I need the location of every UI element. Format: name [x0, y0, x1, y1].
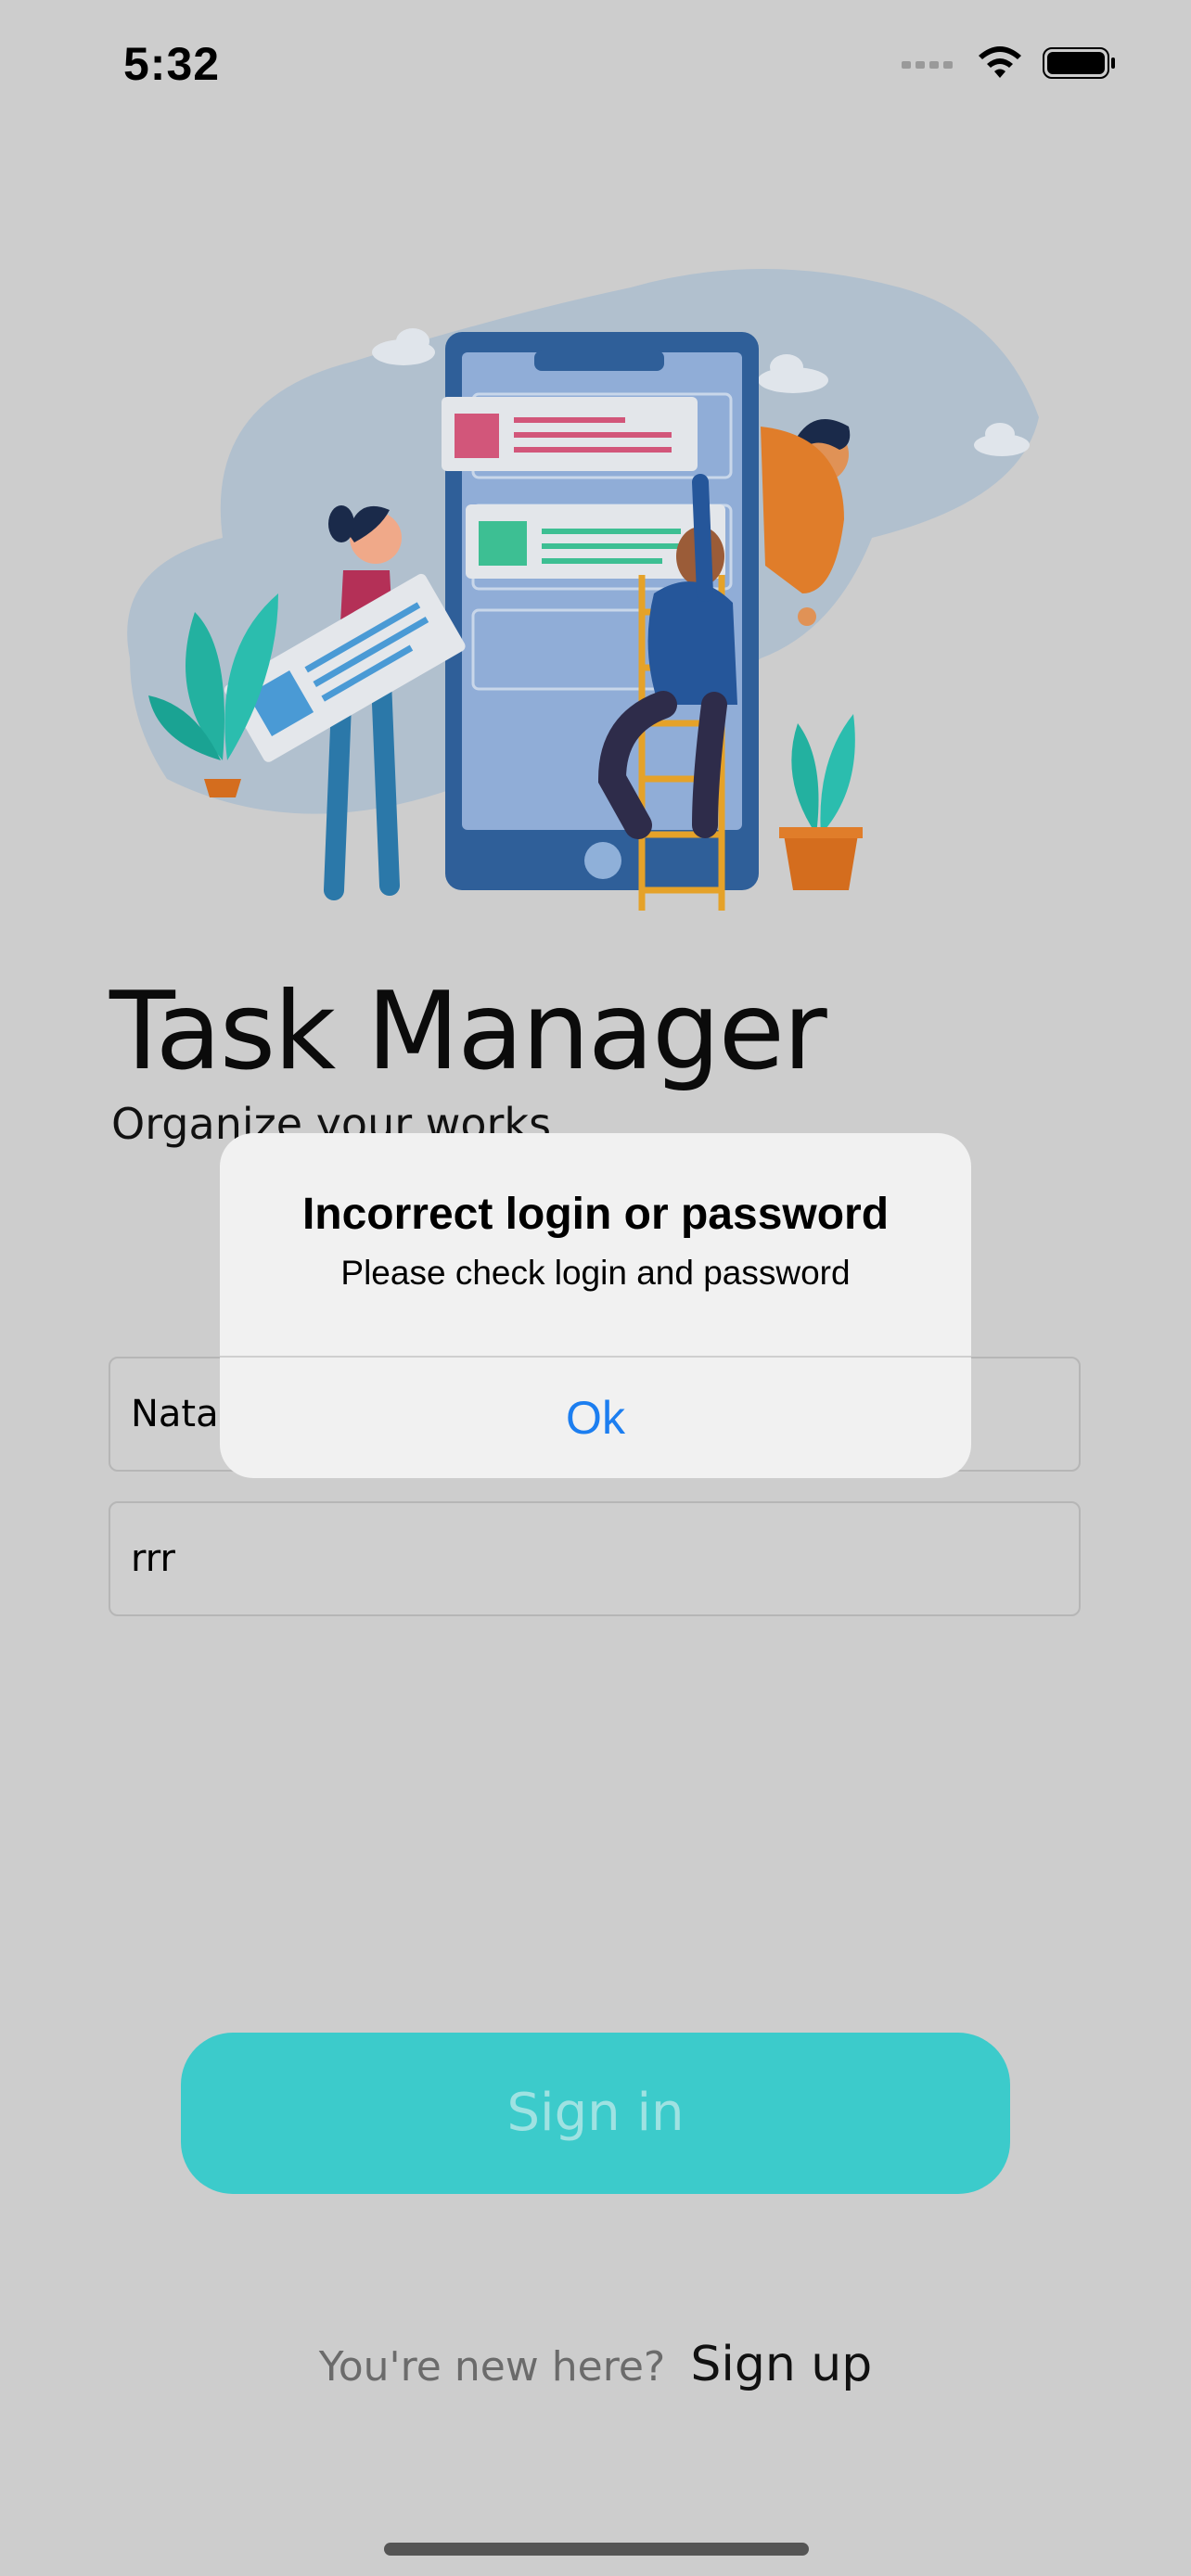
signup-prompt: You're new here?	[318, 2343, 666, 2391]
alert-title: Incorrect login or password	[301, 1190, 890, 1239]
battery-icon	[1043, 47, 1115, 79]
wifi-icon	[979, 46, 1021, 78]
task-illustration	[127, 269, 1039, 911]
sign-in-button[interactable]: Sign in	[181, 2033, 1010, 2194]
signal-icon	[902, 61, 953, 69]
password-field[interactable]: rrr	[109, 1501, 1081, 1616]
status-bar: 5:32	[0, 0, 1191, 130]
alert-dialog: Incorrect login or password Please check…	[220, 1133, 971, 1478]
task-card-red	[442, 397, 698, 471]
status-time: 5:32	[123, 38, 221, 90]
alert-message: Please check login and password	[340, 1254, 851, 1292]
app-title: Task Manager	[109, 969, 827, 1094]
status-icons	[902, 45, 1117, 82]
sign-up-link[interactable]: Sign up	[690, 2337, 872, 2392]
signup-row: You're new here? Sign up	[0, 2337, 1191, 2392]
alert-ok-button[interactable]: Ok	[220, 1358, 971, 1478]
home-indicator[interactable]	[384, 2543, 809, 2556]
plant-right	[779, 714, 863, 890]
